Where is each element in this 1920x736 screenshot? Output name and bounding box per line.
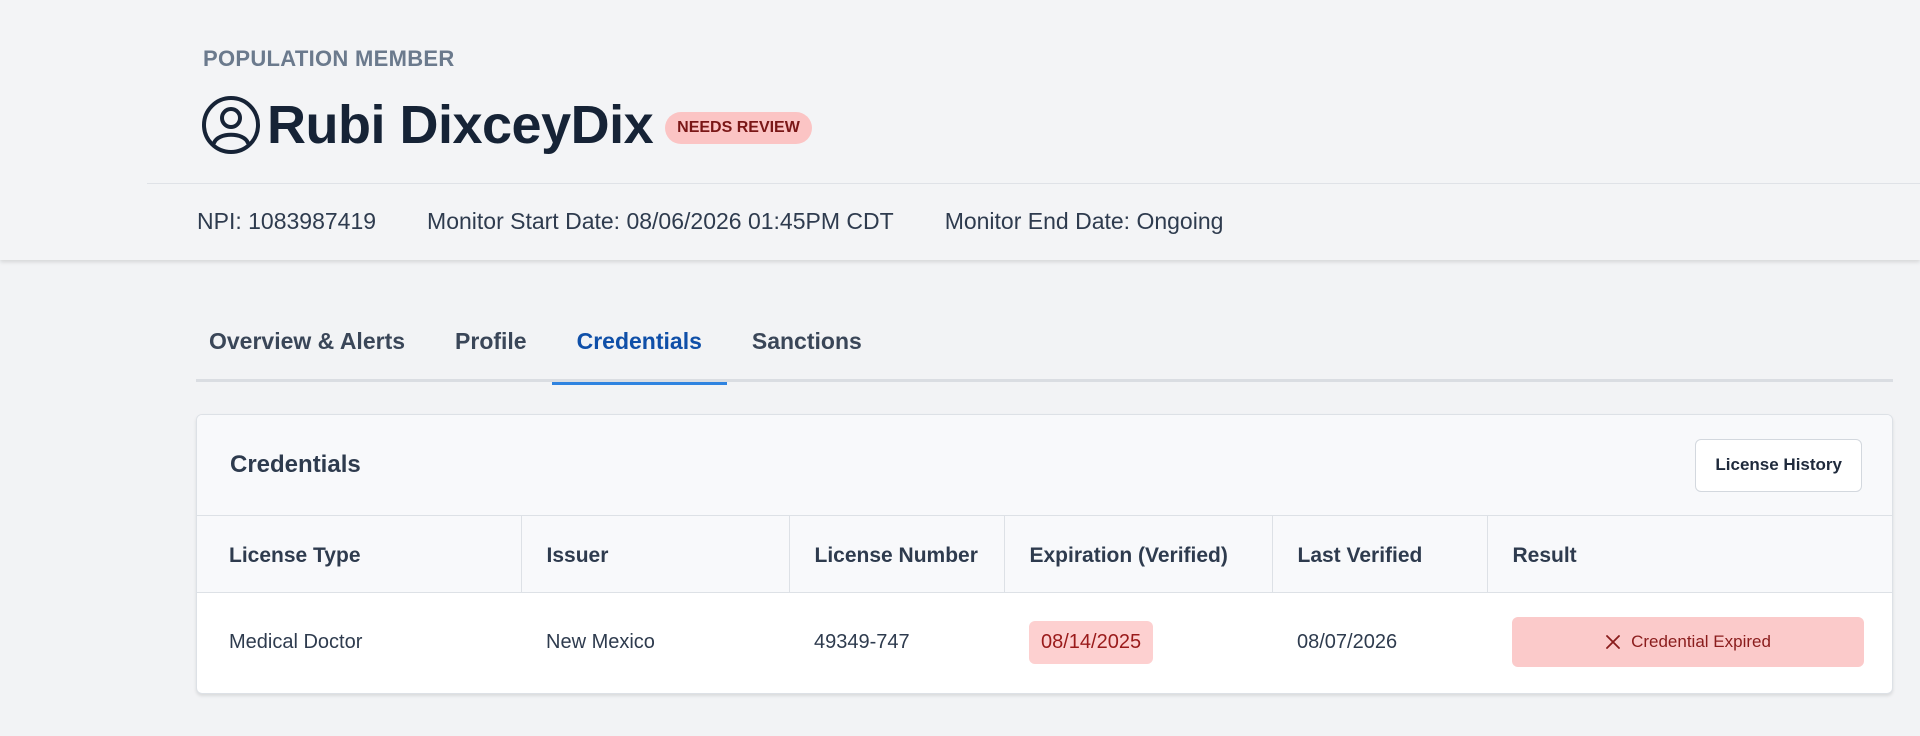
monitor-start-date: Monitor Start Date: 08/06/2026 01:45PM C… [427,208,894,234]
result-cell: Credential Expired [1487,592,1892,692]
last-verified-cell: 08/07/2026 [1297,630,1398,653]
column-header-license-type: License Type [197,516,522,593]
column-header-license-number: License Number [789,516,1005,593]
tab-profile[interactable]: Profile [430,314,552,382]
page-title: Rubi DixceyDix [267,95,654,155]
member-meta: NPI: 1083987419 Monitor Start Date: 08/0… [197,208,1274,235]
title-row: Rubi DixceyDix NEEDS REVIEW [201,93,812,157]
expiration-cell: 08/14/2025 [1004,592,1272,692]
column-header-expiration: Expiration (Verified) [1004,516,1273,593]
column-header-result: Result [1487,516,1892,593]
credentials-card: Credentials License History License Type… [196,414,1893,694]
card-header: Credentials License History [197,415,1892,516]
table-row: Medical Doctor New Mexico 49349-747 08/1… [197,592,1892,692]
result-badge: Credential Expired [1512,617,1864,668]
page-header: POPULATION MEMBER Rubi DixceyDix NEEDS R… [0,0,1920,260]
license-number-cell: 49349-747 [814,630,910,653]
issuer-cell: New Mexico [546,630,655,653]
column-header-last-verified: Last Verified [1272,516,1488,593]
result-label: Credential Expired [1631,632,1771,652]
license-history-button[interactable]: License History [1695,438,1862,492]
expired-date-badge: 08/14/2025 [1029,620,1154,664]
npi-value: NPI: 1083987419 [197,208,377,234]
user-circle-icon [201,95,261,155]
header-divider [147,183,1920,184]
status-badge: NEEDS REVIEW [665,112,812,144]
close-icon [1605,634,1621,650]
card-title: Credentials [230,451,361,478]
tab-credentials[interactable]: Credentials [551,314,728,385]
column-header-issuer: Issuer [521,516,790,593]
page-eyebrow: POPULATION MEMBER [203,46,455,71]
tab-overview-alerts[interactable]: Overview & Alerts [196,314,430,382]
credentials-table: License Type Issuer License Number Expir… [197,516,1892,692]
license-type-cell: Medical Doctor [229,630,363,653]
monitor-end-date: Monitor End Date: Ongoing [944,208,1224,234]
tab-sanctions[interactable]: Sanctions [727,314,887,382]
tab-bar: Overview & Alerts Profile Credentials Sa… [196,314,1893,385]
table-header-row: License Type Issuer License Number Expir… [197,516,1892,593]
